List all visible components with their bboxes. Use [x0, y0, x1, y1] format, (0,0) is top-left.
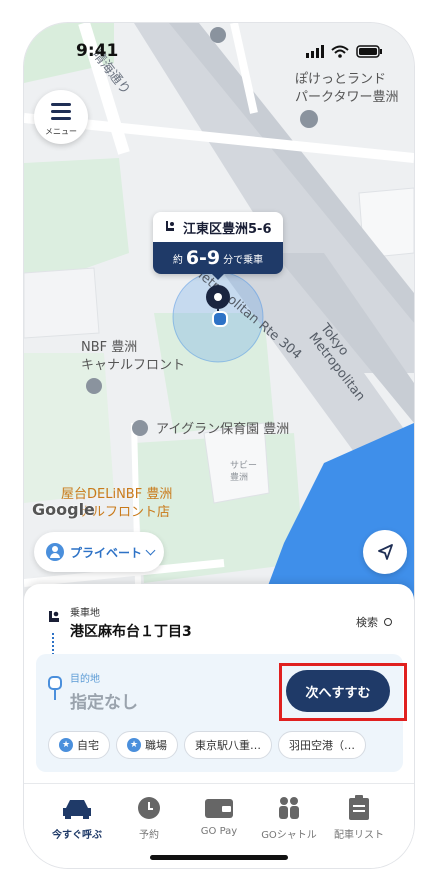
card-pointer [211, 273, 225, 280]
tab-ride-list[interactable]: 配車リスト [324, 794, 394, 841]
navigation-arrow-icon [378, 544, 393, 560]
search-button[interactable]: 検索 [356, 614, 392, 630]
status-time: 9:41 [76, 41, 119, 61]
app-screen: 晴海通り Metropolitan Rte 304 Tokyo Metropol… [24, 23, 414, 868]
tab-label: GO Pay [200, 826, 238, 837]
chip-label: 羽田空港（… [289, 739, 355, 752]
chip-label: 自宅 [77, 739, 99, 752]
destination-box[interactable]: 目的地 指定なし 次へすすむ ★ 自宅 ★ 職場 東京駅八重… 羽田空港（… [36, 654, 407, 772]
pickup-eta-card[interactable]: 江東区豊洲5-6 約 6-9 分で乗車 [153, 212, 283, 274]
poi-pin-icon [86, 378, 102, 394]
poi-sub: サビー豊洲 [230, 461, 258, 483]
hamburger-icon [51, 103, 71, 124]
seat-icon [166, 221, 174, 231]
tab-go-pay[interactable]: GO Pay [184, 794, 254, 837]
menu-label: メニュー [45, 127, 77, 136]
chip-haneda[interactable]: 羽田空港（… [278, 731, 366, 759]
tab-go-shuttle[interactable]: GOシャトル [254, 794, 324, 841]
pickup-pin-icon[interactable] [206, 285, 230, 309]
clock-icon [138, 797, 160, 819]
eta-prefix: 約 [172, 254, 183, 266]
poi-parktower-line1: ぽけっとランド [295, 72, 387, 87]
map-view[interactable]: 晴海通り Metropolitan Rte 304 Tokyo Metropol… [24, 23, 414, 623]
destination-pin-icon [48, 676, 62, 690]
poi-parktower-line2: パークタワー豊洲 [295, 90, 399, 105]
pickup-address: 江東区豊洲5-6 [183, 221, 272, 237]
poi-pin-icon [300, 110, 318, 128]
status-icons [306, 45, 382, 58]
search-icon [383, 618, 392, 626]
pin-stem [54, 690, 56, 700]
people-icon [279, 797, 299, 819]
pickup-value[interactable]: 港区麻布台１丁目3 [70, 621, 192, 641]
poi-nbf[interactable]: NBF 豊洲 キャナルフロント [81, 339, 185, 375]
chip-label: 職場 [145, 739, 167, 752]
ride-type-selector[interactable]: プライベート [34, 532, 164, 572]
poi-pin-icon [132, 420, 148, 436]
wallet-icon [205, 799, 233, 818]
tab-label: 配車リスト [334, 830, 384, 841]
search-label: 検索 [356, 616, 378, 629]
seat-icon [49, 611, 59, 622]
home-indicator [150, 855, 288, 860]
star-icon: ★ [127, 738, 141, 752]
ride-type-label: プライベート [70, 545, 143, 560]
chip-home[interactable]: ★ 自宅 [48, 731, 110, 759]
chip-work[interactable]: ★ 職場 [116, 731, 178, 759]
locate-me-button[interactable] [363, 530, 407, 574]
current-location-dot [212, 311, 228, 327]
pickup-label: 乗車地 [70, 608, 100, 619]
route-connector [52, 633, 54, 655]
tab-call-now[interactable]: 今すぐ呼ぶ [42, 794, 112, 841]
tab-label: 予約 [139, 830, 159, 841]
car-icon [63, 800, 91, 819]
highlight-box [279, 663, 407, 721]
saved-places: ★ 自宅 ★ 職場 東京駅八重… 羽田空港（… [48, 731, 403, 761]
chip-label: 東京駅八重… [195, 739, 261, 752]
poi-nbf-line1: NBF 豊洲 [81, 340, 138, 355]
eta-range: 6-9 [185, 247, 221, 269]
menu-button[interactable]: メニュー [34, 90, 88, 144]
person-icon [46, 543, 64, 561]
google-logo: Google [32, 500, 95, 519]
chevron-down-icon [145, 545, 156, 555]
eta-suffix: 分で乗車 [223, 254, 264, 266]
tab-reserve[interactable]: 予約 [114, 794, 184, 841]
clipboard-icon [349, 795, 369, 820]
poi-nbf-line2: キャナルフロント [81, 358, 186, 373]
star-icon: ★ [59, 738, 73, 752]
destination-value[interactable]: 指定なし [70, 688, 138, 713]
tab-label: GOシャトル [261, 830, 317, 841]
poi-parktower[interactable]: ぽけっとランド パークタワー豊洲 [295, 71, 398, 107]
status-bar: 9:41 [24, 23, 414, 73]
chip-tokyo-station[interactable]: 東京駅八重… [184, 731, 272, 759]
tab-label: 今すぐ呼ぶ [52, 830, 102, 841]
destination-label: 目的地 [70, 674, 100, 685]
poi-aigran[interactable]: アイグラン保育園 豊洲 [156, 421, 289, 439]
